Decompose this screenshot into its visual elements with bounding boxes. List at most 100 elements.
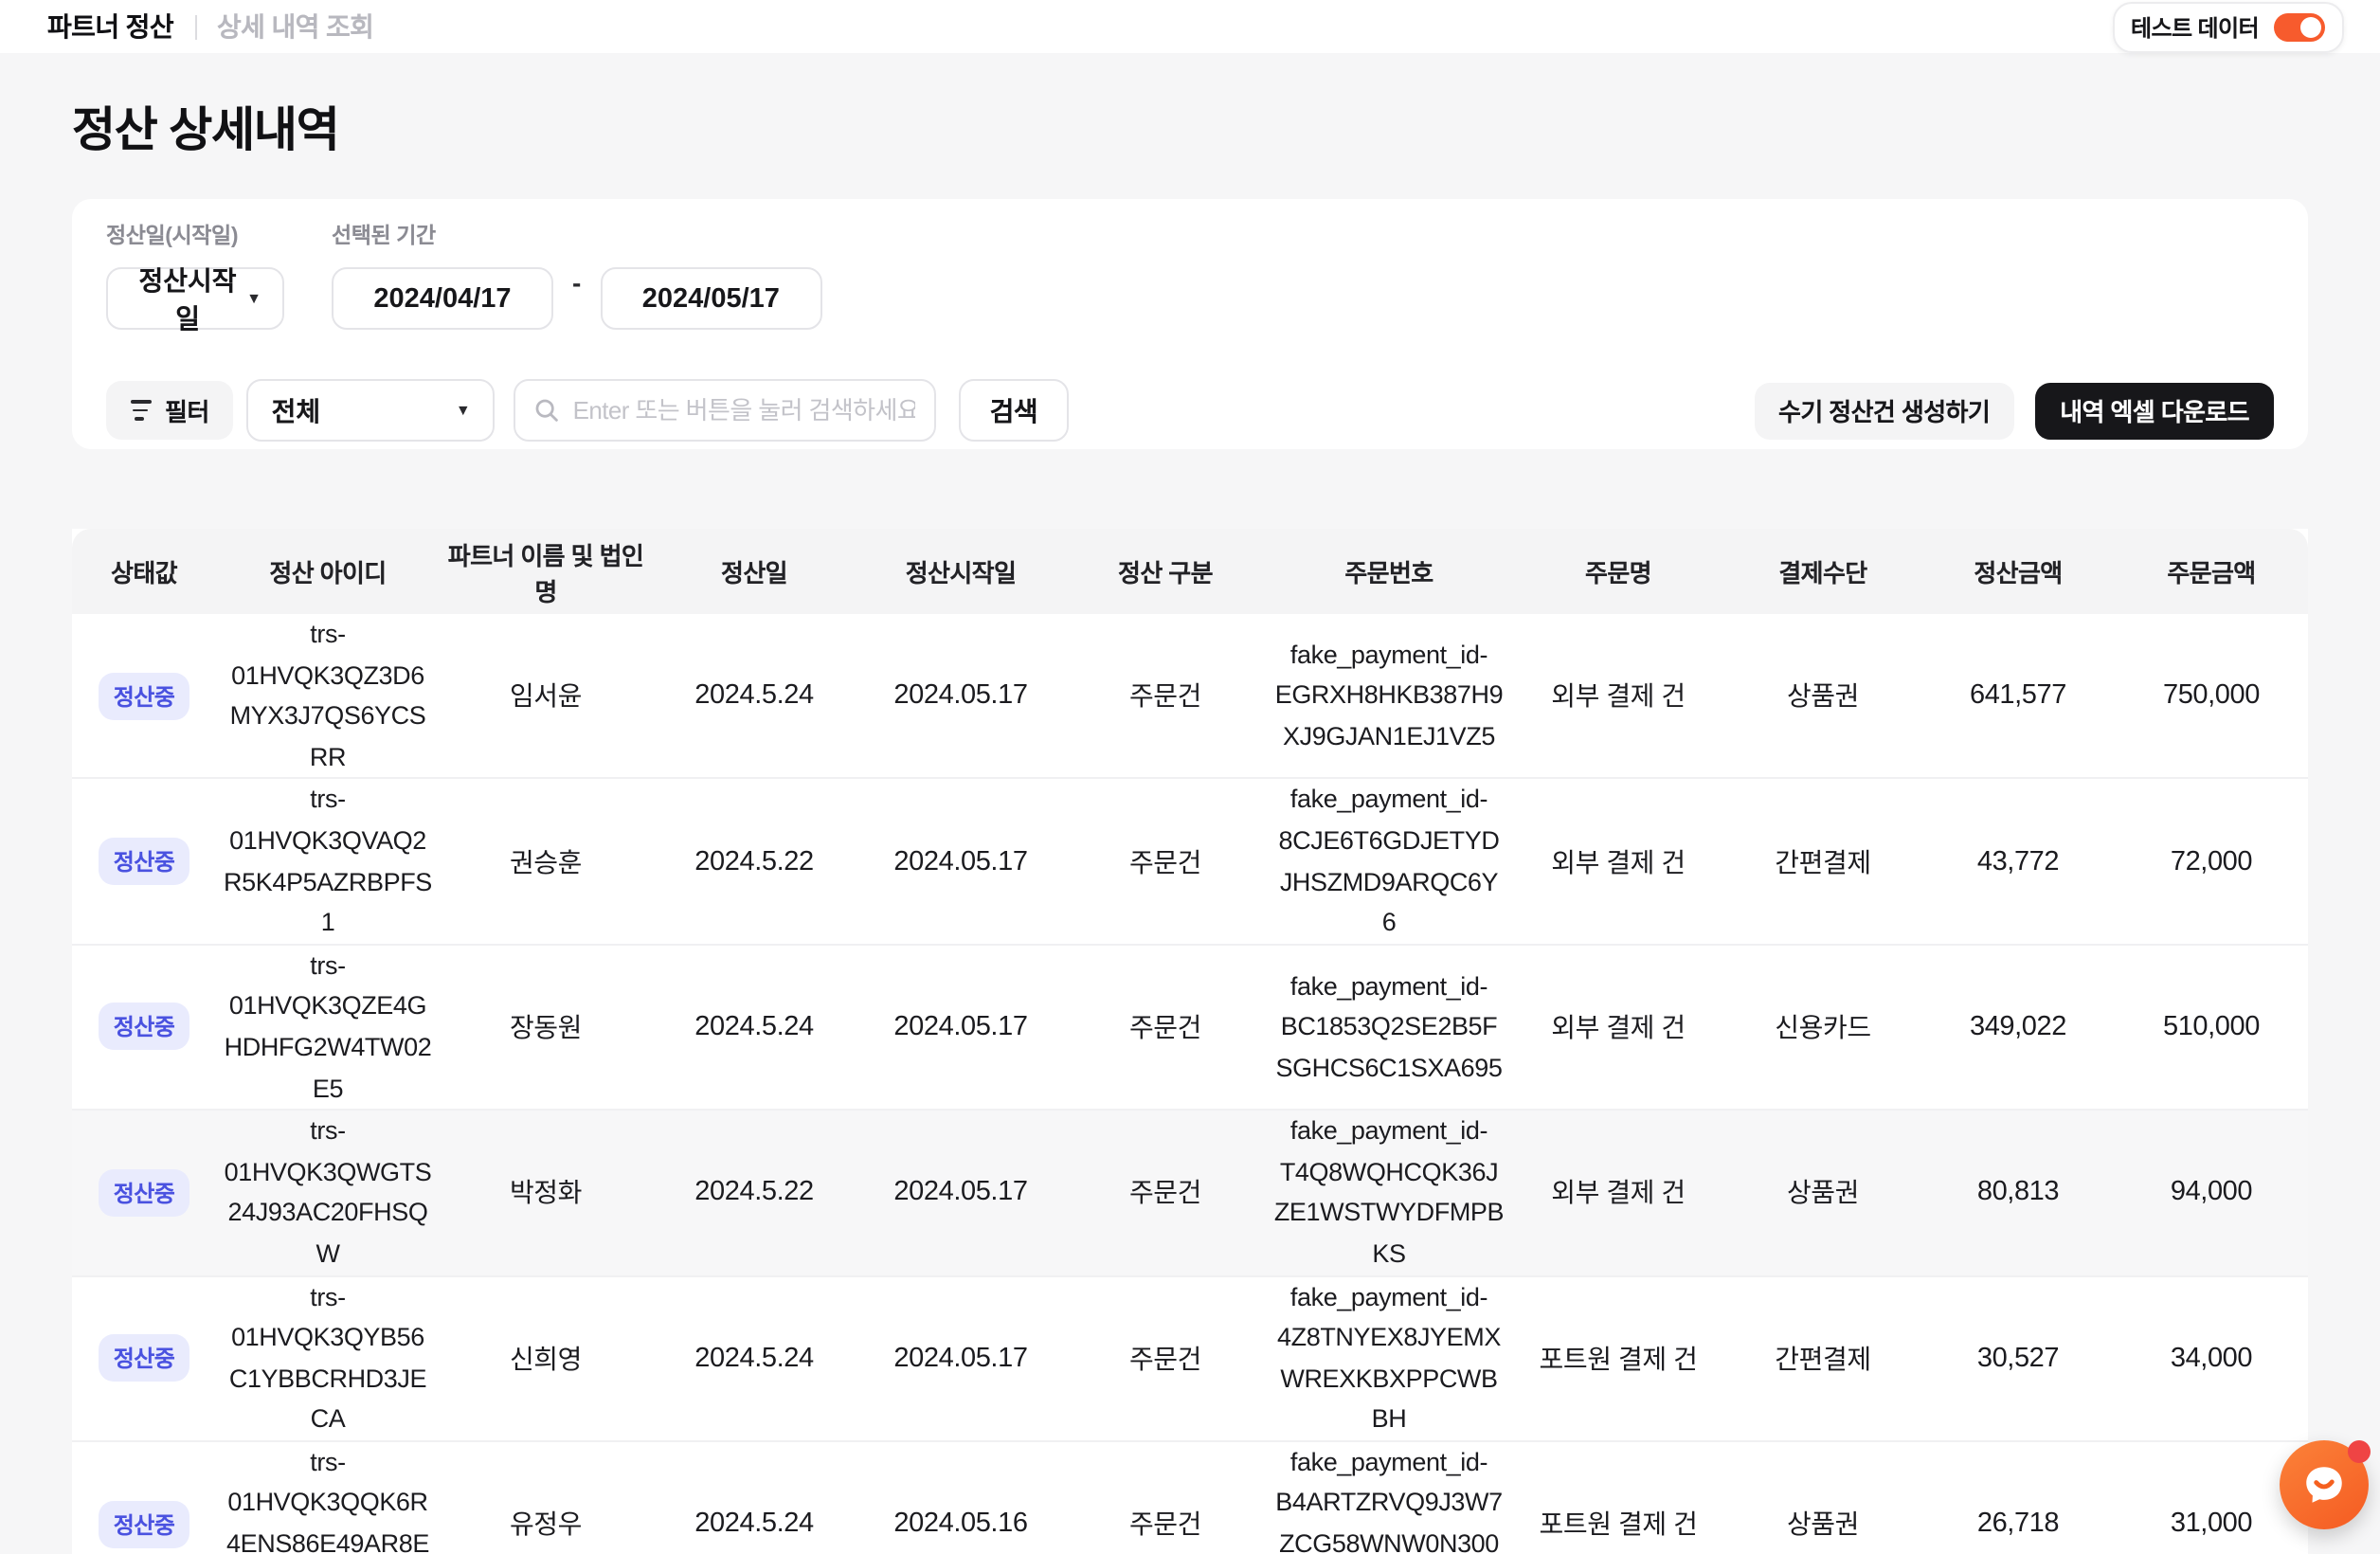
settlement-amount-cell: 80,813: [1921, 1110, 2115, 1275]
main-content: 정산 상세내역 정산일(시작일) 정산시작일 ▼ 선택된 기간 -: [0, 93, 2380, 1554]
date-type-value: 정산시작일: [129, 261, 246, 336]
create-manual-settlement-button[interactable]: 수기 정산건 생성하기: [1754, 382, 2014, 439]
order-amount-cell: 34,000: [2115, 1275, 2308, 1441]
partner-name-cell: 권승훈: [440, 779, 652, 945]
date-from-group: 선택된 기간: [332, 220, 553, 330]
partner-name-cell: 장동원: [440, 945, 652, 1111]
status-badge: 정산중: [99, 1500, 189, 1547]
date-type-dropdown[interactable]: 정산시작일 ▼: [106, 267, 284, 330]
table-row[interactable]: 정산중 trs-01HVQK3QZE4GHDHFG2W4TW02E5 장동원 2…: [72, 945, 2308, 1111]
order-number-cell: fake_payment_id-B4ARTZRVQ9J3W7ZCG58WNW0N…: [1266, 1441, 1512, 1554]
settlement-type-cell: 주문건: [1065, 945, 1266, 1111]
settlement-id-cell: trs-01HVQK3QYB56C1YBBCRHD3JECA: [216, 1275, 440, 1441]
date-type-label: 정산일(시작일): [106, 220, 284, 250]
status-cell: 정산중: [72, 614, 216, 779]
excel-download-button[interactable]: 내역 엑셀 다운로드: [2035, 382, 2274, 439]
test-data-label: 테스트 데이터: [2131, 10, 2259, 43]
settlement-amount-cell: 43,772: [1921, 779, 2115, 945]
test-data-toggle[interactable]: [2274, 12, 2325, 41]
settlement-start-date-cell: 2024.05.17: [856, 1110, 1065, 1275]
order-number-cell: fake_payment_id-BC1853Q2SE2B5FSGHCS6C1SX…: [1266, 945, 1512, 1111]
col-payment-method: 결제수단: [1724, 529, 1921, 614]
order-name-cell: 포트원 결제 건: [1512, 1275, 1724, 1441]
period-group: 선택된 기간 -: [332, 220, 821, 330]
col-settlement-amount: 정산금액: [1921, 529, 2115, 614]
order-number-cell: fake_payment_id-EGRXH8HKB387H9XJ9GJAN1EJ…: [1266, 614, 1512, 779]
settlement-type-cell: 주문건: [1065, 779, 1266, 945]
settlement-amount-cell: 30,527: [1921, 1275, 2115, 1441]
settlement-start-date-cell: 2024.05.17: [856, 1275, 1065, 1441]
status-cell: 정산중: [72, 1110, 216, 1275]
table-actions: 수기 정산건 생성하기 내역 엑셀 다운로드: [1754, 382, 2274, 439]
settlement-start-date-cell: 2024.05.17: [856, 779, 1065, 945]
search-box: [514, 379, 937, 442]
order-amount-cell: 510,000: [2115, 945, 2308, 1111]
status-badge: 정산중: [99, 1169, 189, 1217]
col-settlement-start-date: 정산시작일: [856, 529, 1065, 614]
partner-name-cell: 박정화: [440, 1110, 652, 1275]
order-number-cell: fake_payment_id-8CJE6T6GDJETYDJHSZMD9ARQ…: [1266, 779, 1512, 945]
date-type-group: 정산일(시작일) 정산시작일 ▼: [106, 220, 284, 330]
chat-widget-button[interactable]: [2280, 1440, 2369, 1529]
payment-method-cell: 간편결제: [1724, 1275, 1921, 1441]
settlement-table: 상태값 정산 아이디 파트너 이름 및 법인명 정산일 정산시작일 정산 구분 …: [72, 529, 2308, 1554]
col-settlement-date: 정산일: [652, 529, 856, 614]
payment-method-cell: 신용카드: [1724, 945, 1921, 1111]
payment-method-cell: 상품권: [1724, 1110, 1921, 1275]
period-label: 선택된 기간: [332, 220, 553, 250]
settlement-type-cell: 주문건: [1065, 1275, 1266, 1441]
col-settlement-type: 정산 구분: [1065, 529, 1266, 614]
order-name-cell: 외부 결제 건: [1512, 945, 1724, 1111]
page-title: 정산 상세내역: [72, 93, 2308, 161]
payment-method-cell: 상품권: [1724, 614, 1921, 779]
test-data-pill: 테스트 데이터: [2112, 1, 2344, 52]
settlement-date-cell: 2024.5.22: [652, 779, 856, 945]
status-badge: 정산중: [99, 672, 189, 719]
col-order-number: 주문번호: [1266, 529, 1512, 614]
brand-title: 파트너 정산: [47, 8, 173, 45]
order-name-cell: 외부 결제 건: [1512, 614, 1724, 779]
notification-dot: [2348, 1440, 2371, 1463]
settlement-start-date-cell: 2024.05.17: [856, 945, 1065, 1111]
settlement-date-cell: 2024.5.24: [652, 1441, 856, 1554]
order-amount-cell: 72,000: [2115, 779, 2308, 945]
payment-method-cell: 상품권: [1724, 1441, 1921, 1554]
status-badge: 정산중: [99, 838, 189, 885]
table-row[interactable]: 정산중 trs-01HVQK3QVAQ2R5K4P5AZRBPFS1 권승훈 2…: [72, 779, 2308, 945]
filter-button[interactable]: 필터: [106, 381, 234, 440]
table-row[interactable]: 정산중 trs-01HVQK3QWGTS24J93AC20FHSQW 박정화 2…: [72, 1110, 2308, 1275]
breadcrumb: 상세 내역 조회: [217, 8, 373, 45]
date-to-group: [600, 227, 821, 330]
category-value: 전체: [272, 391, 321, 429]
filter-row-actions: 필터 전체 ▼ 검색 수기 정산건 생성하기 내역 엑셀 다운로드: [106, 379, 2274, 442]
table-row[interactable]: 정산중 trs-01HVQK3QQK6R4ENS86E49AR8E2 유정우 2…: [72, 1441, 2308, 1554]
category-dropdown[interactable]: 전체 ▼: [247, 379, 496, 442]
filter-card: 정산일(시작일) 정산시작일 ▼ 선택된 기간 -: [72, 199, 2308, 449]
settlement-start-date-cell: 2024.05.16: [856, 1441, 1065, 1554]
search-input[interactable]: [573, 396, 916, 425]
table-row[interactable]: 정산중 trs-01HVQK3QYB56C1YBBCRHD3JECA 신희영 2…: [72, 1275, 2308, 1441]
settlement-amount-cell: 349,022: [1921, 945, 2115, 1111]
nav-divider: [194, 14, 196, 39]
settlement-id-cell: trs-01HVQK3QQK6R4ENS86E49AR8E2: [216, 1441, 440, 1554]
status-badge: 정산중: [99, 1003, 189, 1051]
settlement-date-cell: 2024.5.24: [652, 1275, 856, 1441]
settlement-date-cell: 2024.5.22: [652, 1110, 856, 1275]
search-button[interactable]: 검색: [960, 379, 1068, 442]
date-from-input[interactable]: [332, 267, 553, 330]
date-to-input[interactable]: [600, 267, 821, 330]
table-row[interactable]: 정산중 trs-01HVQK3QZ3D6MYX3J7QS6YCSRR 임서윤 2…: [72, 614, 2308, 779]
settlement-amount-cell: 26,718: [1921, 1441, 2115, 1554]
status-cell: 정산중: [72, 945, 216, 1111]
chevron-down-icon: ▼: [456, 402, 471, 419]
chat-bubble-icon: [2300, 1461, 2348, 1509]
col-order-name: 주문명: [1512, 529, 1724, 614]
app-root: 파트너 정산 상세 내역 조회 테스트 데이터 정산 상세내역 정산일(시작일)…: [0, 0, 2380, 1554]
settlement-id-cell: trs-01HVQK3QWGTS24J93AC20FHSQW: [216, 1110, 440, 1275]
col-partner-name: 파트너 이름 및 법인명: [440, 529, 652, 614]
partner-name-cell: 임서윤: [440, 614, 652, 779]
toggle-knob: [2300, 16, 2321, 37]
settlement-type-cell: 주문건: [1065, 1441, 1266, 1554]
period-label-spacer: [600, 227, 821, 250]
order-name-cell: 포트원 결제 건: [1512, 1441, 1724, 1554]
